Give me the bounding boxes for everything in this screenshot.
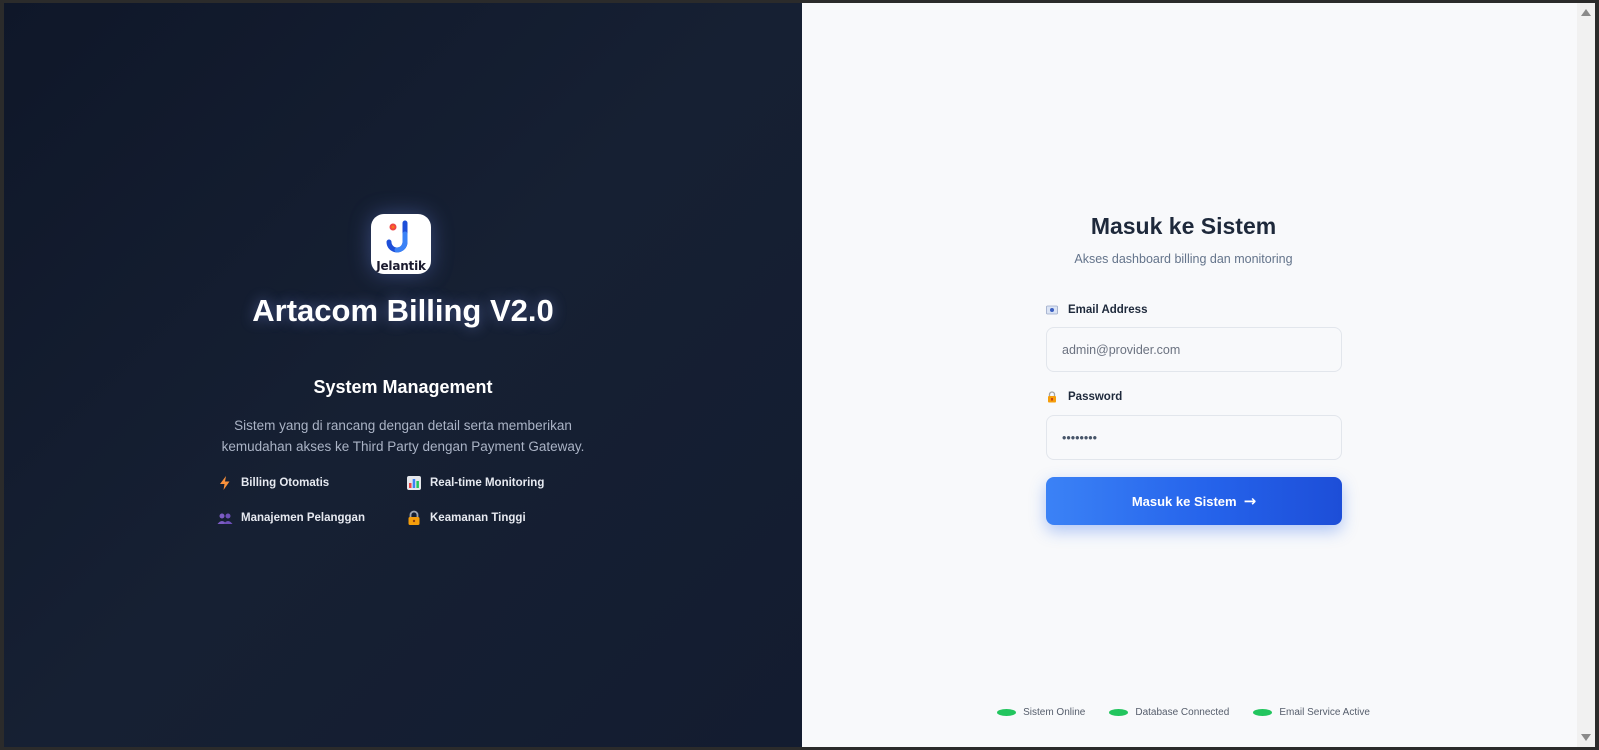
password-label-text: Password (1068, 391, 1123, 403)
password-field[interactable] (1046, 415, 1342, 460)
feature-label: Real-time Monitoring (430, 477, 545, 489)
system-status-bar: Sistem Online Database Connected Email S… (802, 707, 1565, 718)
email-field[interactable] (1046, 327, 1342, 372)
email-label-text: Email Address (1068, 304, 1148, 316)
brand-subtitle: System Management (313, 377, 493, 397)
login-subtitle: Akses dashboard billing dan monitoring (1074, 252, 1293, 266)
brand-title: Artacom Billing V2.0 (252, 293, 554, 328)
feature-label: Manajemen Pelanggan (241, 512, 365, 524)
feature-label: Billing Otomatis (241, 477, 330, 489)
status-label: Sistem Online (1023, 707, 1086, 718)
lock-icon (406, 510, 422, 526)
submit-label: Masuk ke Sistem (1131, 493, 1237, 509)
feature-manajemen-pelanggan: Manajemen Pelanggan (217, 510, 365, 526)
status-sistem-online: Sistem Online (997, 707, 1085, 718)
status-dot-icon (1253, 709, 1273, 716)
vertical-scrollbar[interactable] (1577, 3, 1595, 747)
status-label: Email Service Active (1279, 707, 1370, 718)
status-dot-icon (997, 709, 1017, 716)
password-label: Password (1046, 391, 1122, 403)
app-logo: Jelantik (371, 214, 431, 274)
logo-text: Jelantik (376, 259, 426, 273)
feature-keamanan-tinggi: Keamanan Tinggi (406, 510, 526, 526)
status-email-service: Email Service Active (1253, 707, 1370, 718)
arrow-right-icon: → (1243, 492, 1257, 510)
feature-real-time-monitoring: Real-time Monitoring (406, 475, 544, 491)
jelantik-logo-icon (386, 220, 408, 253)
scroll-down-icon[interactable] (1581, 734, 1591, 741)
feature-billing-otomatis: Billing Otomatis (217, 475, 329, 491)
login-title: Masuk ke Sistem (1090, 213, 1277, 239)
feature-label: Keamanan Tinggi (430, 512, 526, 524)
login-submit-button[interactable]: Masuk ke Sistem → (1046, 477, 1342, 525)
status-database-connected: Database Connected (1109, 707, 1229, 718)
branding-panel: Jelantik Artacom Billing V2.0 System Man… (4, 3, 802, 747)
lightning-icon (217, 475, 233, 491)
email-icon (1046, 304, 1058, 316)
bar-chart-icon (406, 475, 422, 491)
login-page: Jelantik Artacom Billing V2.0 System Man… (4, 3, 1595, 747)
padlock-icon (1046, 391, 1058, 403)
status-dot-icon (1109, 709, 1129, 716)
scroll-up-icon[interactable] (1581, 9, 1591, 16)
status-label: Database Connected (1135, 707, 1230, 718)
brand-description: Sistem yang di rancang dengan detail ser… (221, 418, 585, 454)
login-panel: Masuk ke Sistem Akses dashboard billing … (802, 3, 1595, 747)
email-label: Email Address (1046, 304, 1147, 316)
users-icon (217, 510, 233, 526)
